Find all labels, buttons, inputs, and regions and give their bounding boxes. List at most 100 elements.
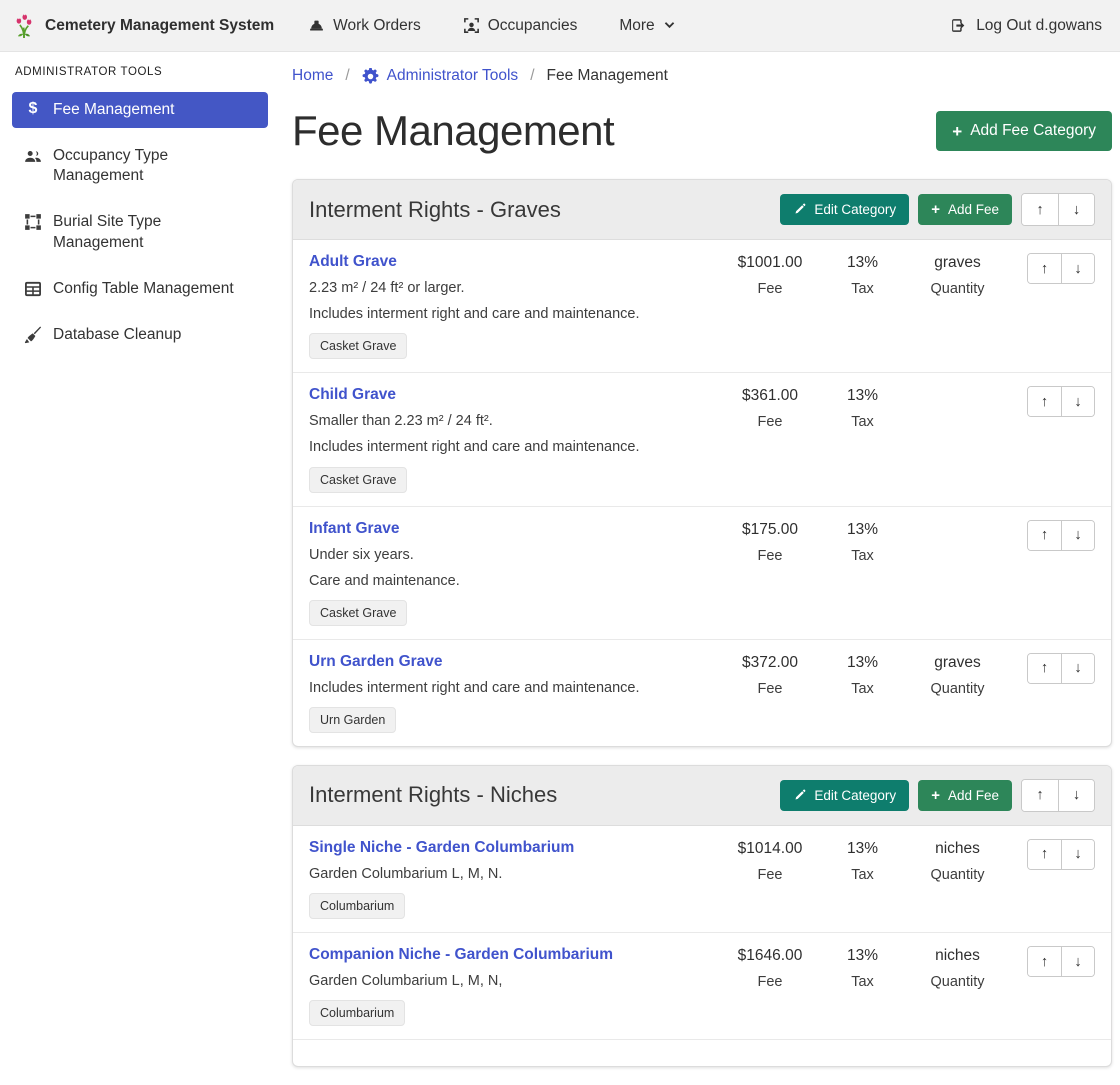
fee-name-link[interactable]: Adult Grave [309,253,397,271]
logout-button[interactable]: Log Out d.gowans [950,17,1102,35]
move-fee-down-button[interactable]: ↓ [1061,387,1094,416]
tax-value: 13% [847,254,878,272]
fee-info: Single Niche - Garden Columbarium Garden… [309,839,715,919]
sidebar-item-fee-management[interactable]: $ Fee Management [12,92,268,128]
pencil-icon [793,203,806,216]
sidebar-item-database-cleanup[interactable]: Database Cleanup [12,317,268,353]
category-title: Interment Rights - Niches [309,782,557,808]
breadcrumb-admin-tools-link[interactable]: Administrator Tools [362,67,519,85]
add-fee-button[interactable]: + Add Fee [918,780,1012,811]
fee-name-link[interactable]: Companion Niche - Garden Columbarium [309,946,613,964]
fee-row-urn-garden-grave: Urn Garden Grave Includes interment righ… [293,639,1111,746]
fee-info: Companion Niche - Garden Columbarium Gar… [309,946,715,1026]
move-category-down-button[interactable]: ↓ [1058,194,1094,225]
fee-name-link[interactable]: Urn Garden Grave [309,653,443,671]
person-bounding-box-icon [463,17,480,34]
move-fee-down-button[interactable]: ↓ [1061,654,1094,683]
fee-name-link[interactable]: Child Grave [309,386,396,404]
fee-row-infant-grave: Infant Grave Under six years. Care and m… [293,506,1111,639]
nav-item-more[interactable]: More [619,17,675,35]
bounding-box-icon [24,213,42,231]
move-fee-up-button[interactable]: ↑ [1028,654,1061,683]
move-category-up-button[interactable]: ↑ [1022,194,1058,225]
sidebar-item-label: Fee Management [53,100,175,120]
move-category-up-button[interactable]: ↑ [1022,780,1058,811]
nav-links: Work Orders Occupancies More [308,17,676,35]
gear-icon [362,68,379,85]
fee-amount-label: Fee [758,867,783,883]
category-card-graves: Interment Rights - Graves Edit Category … [292,179,1112,747]
move-fee-up-button[interactable]: ↑ [1028,387,1061,416]
nav-item-label: Work Orders [333,17,421,35]
fee-type-badge: Columbarium [309,1000,405,1026]
nav-item-label: Occupancies [488,17,578,35]
move-fee-down-button[interactable]: ↓ [1061,840,1094,869]
breadcrumb-home-link[interactable]: Home [292,67,333,85]
page-title: Fee Management [292,107,614,155]
fee-type-badge: Urn Garden [309,707,396,733]
fee-description: Includes interment right and care and ma… [309,305,715,323]
tax-label: Tax [851,281,874,297]
fee-amount-label: Fee [758,681,783,697]
sidebar-item-label: Occupancy Type Management [53,146,256,186]
nav-item-label: More [619,17,654,35]
edit-category-label: Edit Category [814,202,896,217]
move-fee-up-button[interactable]: ↑ [1028,947,1061,976]
move-category-down-button[interactable]: ↓ [1058,780,1094,811]
fee-reorder-group: ↑ ↓ [1027,839,1095,870]
brand[interactable]: Cemetery Management System [12,13,274,39]
fee-amount-label: Fee [758,548,783,564]
fee-type-badge: Casket Grave [309,600,407,626]
move-fee-up-button[interactable]: ↑ [1028,521,1061,550]
tax-value: 13% [847,387,878,405]
move-fee-down-button[interactable]: ↓ [1061,254,1094,283]
quantity-value: graves [934,654,981,672]
sidebar-item-occupancy-type-management[interactable]: Occupancy Type Management [12,138,268,194]
sidebar-heading: ADMINISTRATOR TOOLS [15,66,268,78]
tax-value: 13% [847,521,878,539]
fee-amount-cell: $1646.00 Fee [715,946,825,990]
sidebar-item-config-table-management[interactable]: Config Table Management [12,271,268,307]
broom-icon [24,326,42,344]
app-title: Cemetery Management System [45,17,274,35]
add-fee-category-button[interactable]: + Add Fee Category [936,111,1112,151]
add-fee-button[interactable]: + Add Fee [918,194,1012,225]
fee-info: Urn Garden Grave Includes interment righ… [309,653,715,733]
breadcrumb: Home / Administrator Tools / Fee Managem… [292,67,1112,85]
fee-row-adult-grave: Adult Grave 2.23 m² / 24 ft² or larger. … [293,240,1111,372]
fee-description: Smaller than 2.23 m² / 24 ft². [309,412,715,430]
plus-icon: + [931,203,940,216]
tax-label: Tax [851,867,874,883]
nav-item-occupancies[interactable]: Occupancies [463,17,578,35]
edit-category-button[interactable]: Edit Category [780,780,909,811]
breadcrumb-separator: / [333,67,361,85]
fee-amount: $1646.00 [738,947,803,965]
chevron-down-icon [663,19,676,32]
fee-description: Includes interment right and care and ma… [309,438,715,456]
tax-label: Tax [851,548,874,564]
sidebar-item-label: Burial Site Type Management [53,212,256,252]
move-fee-up-button[interactable]: ↑ [1028,254,1061,283]
fee-amount-cell: $361.00 Fee [715,386,825,430]
move-fee-up-button[interactable]: ↑ [1028,840,1061,869]
sidebar-item-label: Database Cleanup [53,325,181,345]
fee-name-link[interactable]: Single Niche - Garden Columbarium [309,839,574,857]
fee-reorder-group: ↑ ↓ [1027,253,1095,284]
breadcrumb-current: Fee Management [547,67,669,85]
edit-category-button[interactable]: Edit Category [780,194,909,225]
breadcrumb-admin-tools-label: Administrator Tools [387,67,519,85]
sidebar-item-burial-site-type-management[interactable]: Burial Site Type Management [12,204,268,260]
move-fee-down-button[interactable]: ↓ [1061,521,1094,550]
nav-item-work-orders[interactable]: Work Orders [308,17,421,35]
move-fee-down-button[interactable]: ↓ [1061,947,1094,976]
quantity-cell: graves Quantity [900,653,1015,697]
category-card-niches: Interment Rights - Niches Edit Category … [292,765,1112,1067]
quantity-cell: graves Quantity [900,253,1015,297]
fee-name-link[interactable]: Infant Grave [309,520,399,538]
sidebar-item-label: Config Table Management [53,279,234,299]
quantity-value: niches [935,947,980,965]
fee-amount: $372.00 [742,654,798,672]
fee-amount-cell: $1014.00 Fee [715,839,825,883]
fee-type-badge: Columbarium [309,893,405,919]
category-reorder-group: ↑ ↓ [1021,193,1095,226]
